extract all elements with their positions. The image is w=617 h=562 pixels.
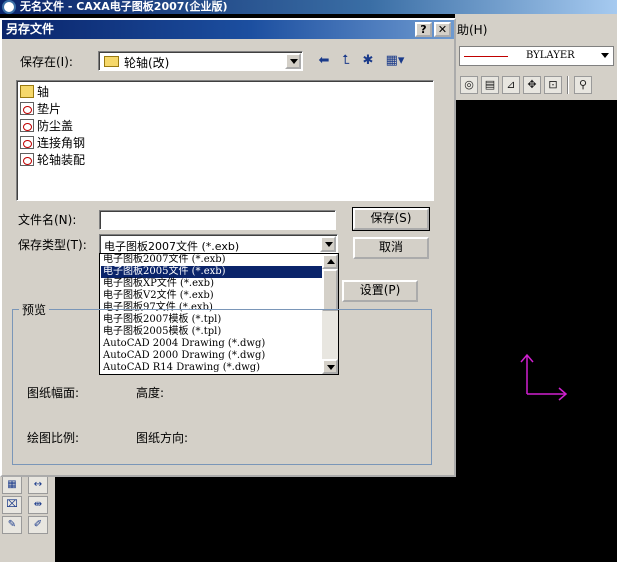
- back-arrow-icon[interactable]: ⬅: [315, 53, 333, 70]
- filetype-option[interactable]: 电子图板2007文件 (*.exb): [101, 254, 322, 266]
- folder-icon: [104, 56, 119, 67]
- file-name: 防尘盖: [37, 119, 74, 133]
- app-toolbar: ◎ ▤ ⊿ ✥ ⊡ ⚲: [455, 72, 617, 98]
- exb-file-icon: [20, 136, 34, 149]
- app-title: 无名文件 - CAXA电子图板2007(企业版): [20, 0, 228, 13]
- filetype-option[interactable]: 电子图板XP文件 (*.exb): [101, 278, 322, 290]
- zoom-icon[interactable]: ⚲: [574, 76, 592, 94]
- block-icon[interactable]: ⌧: [2, 496, 22, 514]
- dialog-title: 另存文件: [6, 22, 55, 36]
- preview-group: 预览 图纸幅面: 高度: 绘图比例: 图纸方向:: [12, 301, 432, 465]
- folder-icon: [20, 85, 34, 98]
- layer-combo[interactable]: BYLAYER: [459, 46, 614, 66]
- file-name: 垫片: [37, 102, 62, 116]
- attribute-icon[interactable]: ✎: [2, 516, 22, 534]
- menu-help[interactable]: 助(H): [457, 21, 487, 38]
- filetype-combo[interactable]: 电子图板2007文件 (*.exb): [99, 234, 338, 254]
- filetype-label: 保存类型(T):: [18, 238, 87, 252]
- filename-input[interactable]: [99, 210, 336, 230]
- app-titlebar: 无名文件 - CAXA电子图板2007(企业版): [0, 0, 617, 14]
- file-name: 轴: [37, 85, 50, 99]
- scroll-thumb[interactable]: [322, 269, 338, 311]
- orientation-label: 图纸方向:: [136, 431, 189, 445]
- sheet-icon[interactable]: ▤: [481, 76, 499, 94]
- line-color-swatch: [464, 56, 508, 57]
- left-toolstrip-bottom: [0, 536, 55, 562]
- chevron-down-icon[interactable]: [601, 53, 609, 58]
- zoom-window-icon[interactable]: ⊡: [544, 76, 562, 94]
- savein-combo[interactable]: 轮轴(改): [98, 51, 303, 71]
- list-item[interactable]: 连接角钢: [20, 134, 85, 151]
- scroll-up-icon[interactable]: [322, 254, 338, 269]
- list-item[interactable]: 轴: [20, 83, 49, 100]
- savein-value: 轮轴(改): [124, 56, 170, 70]
- savein-label: 保存在(I):: [20, 55, 73, 69]
- new-folder-icon[interactable]: ✱: [359, 53, 377, 70]
- save-button[interactable]: 保存(S): [352, 207, 430, 231]
- file-list[interactable]: 轴 垫片 防尘盖 连接角钢 轮轴装配: [16, 80, 434, 201]
- measure-icon[interactable]: ⊿: [502, 76, 520, 94]
- caxa-logo-icon: [2, 0, 16, 14]
- settings-button[interactable]: 设置(P): [342, 280, 418, 302]
- list-item[interactable]: 轮轴装配: [20, 151, 85, 168]
- brush-icon[interactable]: ✐: [28, 516, 48, 534]
- left-toolstrip: ▦ ↔ ⌧ ⇹ ✎ ✐: [0, 476, 55, 536]
- filename-label: 文件名(N):: [18, 213, 77, 227]
- list-item[interactable]: 防尘盖: [20, 117, 73, 134]
- layer-value: BYLAYER: [526, 50, 575, 61]
- cancel-button[interactable]: 取消: [353, 237, 429, 259]
- height-label: 高度:: [136, 386, 165, 400]
- scale-label: 绘图比例:: [27, 431, 80, 445]
- circle-icon[interactable]: ◎: [460, 76, 478, 94]
- preview-legend: 预览: [19, 301, 50, 318]
- file-name: 连接角钢: [37, 136, 86, 150]
- stretch-icon[interactable]: ⇹: [28, 496, 48, 514]
- up-folder-icon[interactable]: ⮤: [337, 53, 355, 70]
- sheet-size-label: 图纸幅面:: [27, 386, 80, 400]
- snap-icon[interactable]: ✥: [523, 76, 541, 94]
- file-name: 轮轴装配: [37, 153, 86, 167]
- exb-file-icon: [20, 119, 34, 132]
- filetype-option-selected[interactable]: 电子图板2005文件 (*.exb): [101, 266, 322, 278]
- chevron-down-icon[interactable]: [285, 53, 301, 69]
- exb-file-icon: [20, 102, 34, 115]
- help-button[interactable]: ?: [415, 22, 432, 37]
- toolbar-separator: [567, 76, 569, 94]
- list-item[interactable]: 垫片: [20, 100, 61, 117]
- close-button[interactable]: ✕: [434, 22, 451, 37]
- dimension-icon[interactable]: ↔: [28, 476, 48, 494]
- filetype-option[interactable]: 电子图板V2文件 (*.exb): [101, 290, 322, 302]
- ucs-axis-icon: [520, 353, 568, 401]
- dialog-titlebar: 另存文件 ? ✕: [2, 20, 454, 39]
- filetype-value: 电子图板2007文件 (*.exb): [104, 240, 240, 253]
- chevron-down-icon[interactable]: [320, 236, 336, 252]
- save-as-dialog: 另存文件 ? ✕ 保存在(I): 轮轴(改) ⬅ ⮤ ✱ ▦▾ 轴 垫片 防尘盖…: [0, 18, 456, 477]
- grid-icon[interactable]: ▦: [2, 476, 22, 494]
- app-right-panel: 助(H) BYLAYER ◎ ▤ ⊿ ✥ ⊡ ⚲: [455, 14, 617, 100]
- exb-file-icon: [20, 153, 34, 166]
- view-menu-icon[interactable]: ▦▾: [383, 53, 407, 70]
